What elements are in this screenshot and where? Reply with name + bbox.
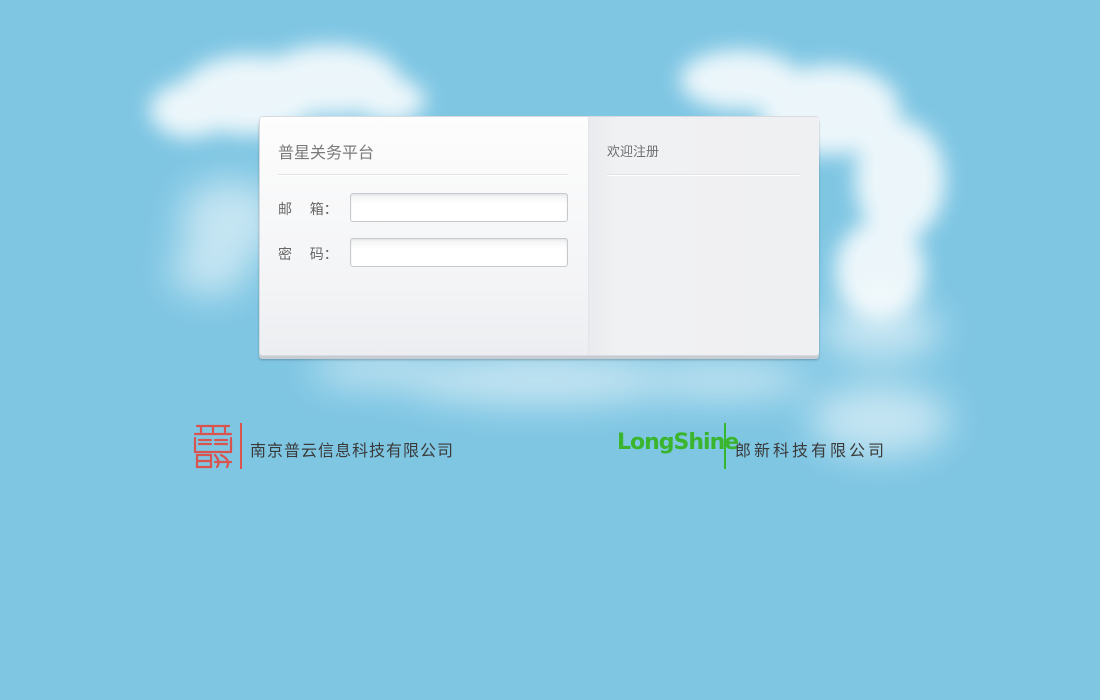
footer-left-company: 南京普云信息科技有限公司 — [250, 441, 455, 460]
longshine-logo: LongShine — [617, 430, 739, 455]
email-label: 邮 箱： — [278, 202, 338, 218]
login-card: 普星关务平台 邮 箱： 密 码： 欢迎注册 — [259, 116, 819, 356]
register-panel: 欢迎注册 — [588, 117, 819, 355]
footer-left-divider — [240, 423, 242, 469]
login-divider — [278, 174, 568, 176]
email-row: 邮 箱： — [278, 193, 570, 223]
register-title[interactable]: 欢迎注册 — [607, 141, 659, 160]
password-row: 密 码： — [278, 238, 570, 268]
register-divider — [607, 174, 799, 176]
login-title: 普星关务平台 — [278, 143, 375, 162]
seal-logo-icon — [193, 424, 233, 469]
footer-right-company: 郎新科技有限公司 — [735, 441, 888, 460]
footer-right-divider — [724, 423, 726, 469]
login-panel: 普星关务平台 邮 箱： 密 码： — [260, 117, 588, 355]
password-label: 密 码： — [278, 247, 338, 263]
email-field[interactable] — [350, 193, 568, 222]
password-field[interactable] — [350, 238, 568, 267]
